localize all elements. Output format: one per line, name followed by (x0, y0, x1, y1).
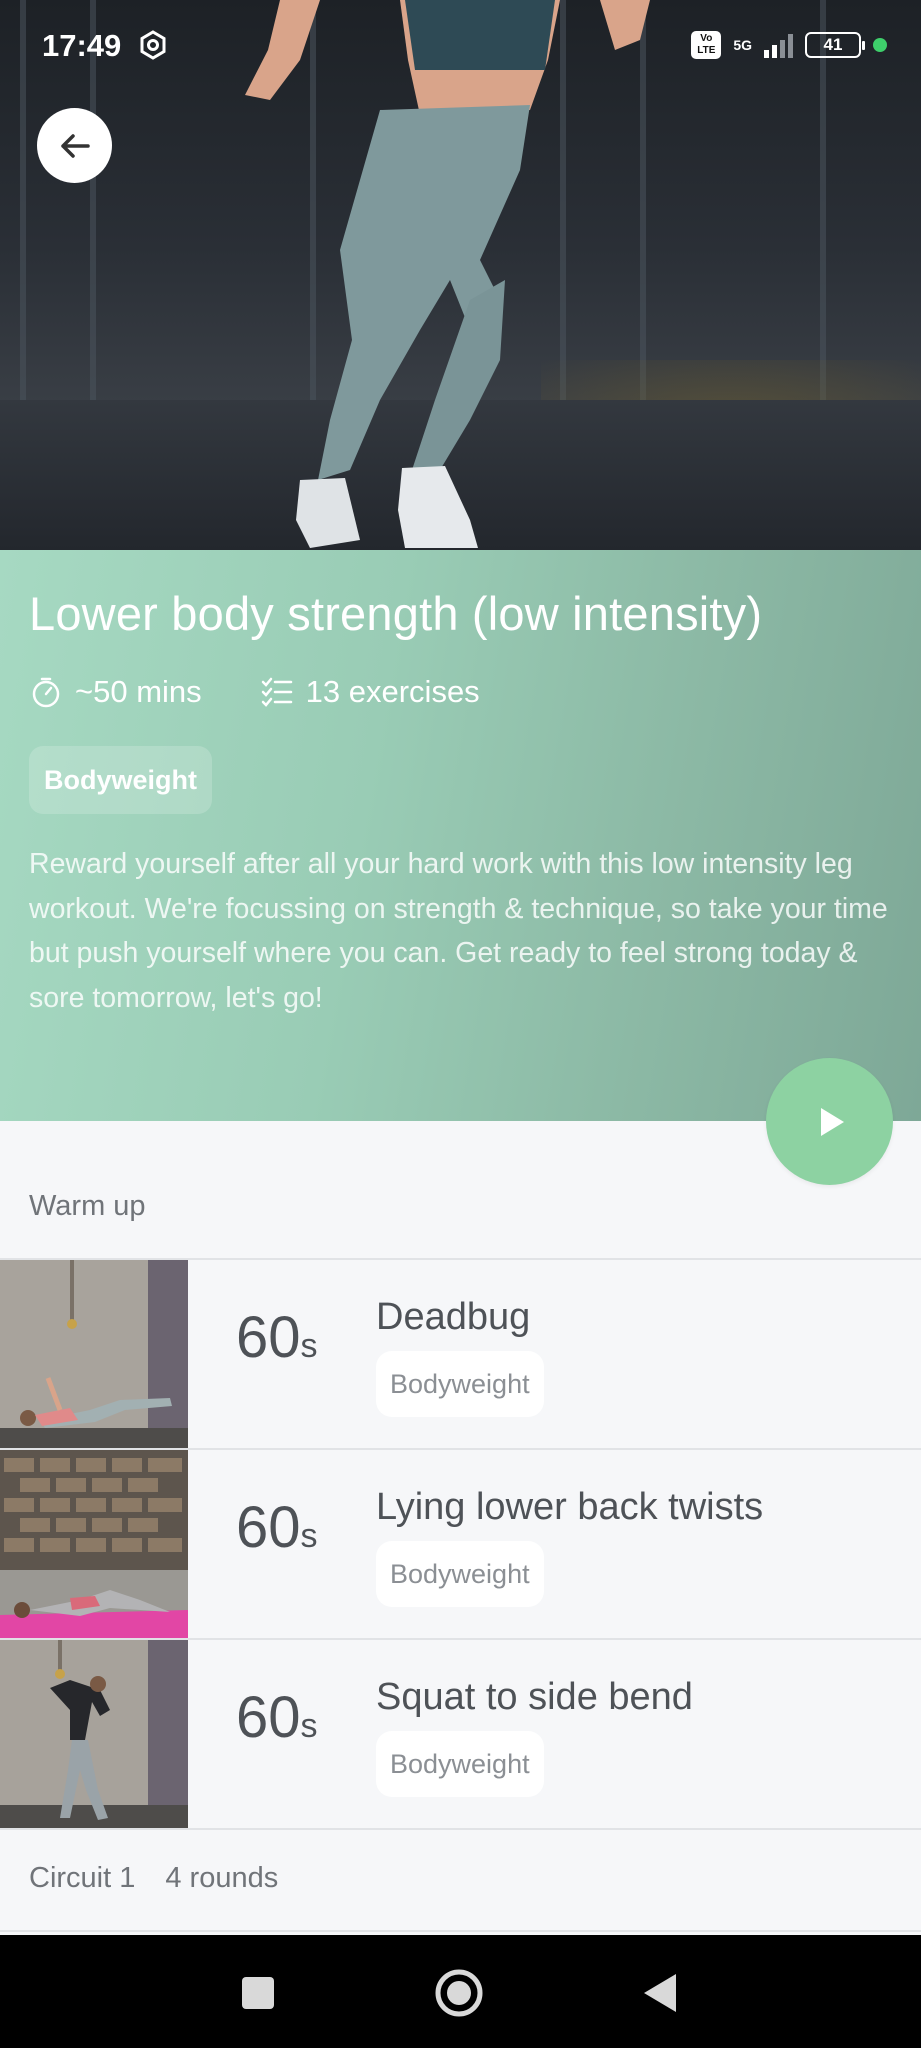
exercise-equipment-tag: Bodyweight (376, 1541, 544, 1607)
exercise-name: Squat to side bend (376, 1676, 693, 1718)
arrow-left-icon (60, 133, 90, 158)
exercise-equipment-tag: Bodyweight (376, 1351, 544, 1417)
exercise-row-lying-lower-back-twists[interactable]: 60s Lying lower back twists Bodyweight (0, 1450, 921, 1638)
start-workout-button[interactable] (766, 1058, 893, 1185)
exercise-row-deadbug[interactable]: 60s Deadbug Bodyweight (0, 1260, 921, 1448)
battery-indicator: 41 (805, 32, 865, 58)
exercise-thumbnail (0, 1260, 188, 1448)
exercise-count-meta: 13 exercises (260, 674, 480, 710)
play-icon (820, 1107, 844, 1136)
system-navigation-bar (0, 1935, 921, 2048)
exercise-equipment-tag: Bodyweight (376, 1731, 544, 1797)
exercise-duration: 60s (236, 1495, 318, 1560)
signal-strength-icon (764, 32, 793, 58)
divider (0, 1828, 921, 1830)
workout-info-panel: Lower body strength (low intensity) ~50 … (0, 550, 921, 1121)
workout-meta: ~50 mins 13 exercises (29, 674, 538, 710)
divider (0, 1930, 921, 1932)
back-nav-icon[interactable] (640, 1972, 680, 2014)
exercise-row-squat-to-side-bend[interactable]: 60s Squat to side bend Bodyweight (0, 1640, 921, 1828)
exercise-thumbnail (0, 1640, 188, 1828)
volte-icon: Vo LTE (691, 31, 722, 59)
privacy-indicator-dot (873, 38, 887, 52)
duration-meta: ~50 mins (29, 674, 202, 710)
equipment-tag: Bodyweight (29, 746, 212, 814)
duration-text: ~50 mins (75, 674, 202, 709)
exercise-name: Lying lower back twists (376, 1486, 764, 1528)
stopwatch-icon (32, 677, 60, 708)
section-title-warm-up: Warm up (29, 1190, 146, 1222)
home-icon[interactable] (434, 1968, 484, 2018)
checklist-icon (261, 677, 292, 707)
section-title-circuit: Circuit 1 4 rounds (29, 1862, 278, 1895)
exercise-count-text: 13 exercises (305, 674, 480, 709)
circuit-rounds: 4 rounds (165, 1862, 279, 1894)
workout-description: Reward yourself after all your hard work… (29, 848, 888, 1014)
exercise-thumbnail (0, 1450, 188, 1638)
status-time: 17:49 (42, 28, 122, 63)
back-button[interactable] (37, 108, 112, 183)
network-type: 5G (733, 37, 752, 53)
recent-apps-icon[interactable] (240, 1975, 276, 2011)
status-bar: 17:49 Vo LTE 5G 41 (0, 0, 921, 92)
settings-gear-icon (140, 30, 166, 60)
circuit-name: Circuit 1 (29, 1862, 136, 1894)
exercise-duration: 60s (236, 1305, 318, 1370)
exercise-duration: 60s (236, 1685, 318, 1750)
workout-title: Lower body strength (low intensity) (29, 587, 763, 640)
exercise-name: Deadbug (376, 1296, 531, 1338)
